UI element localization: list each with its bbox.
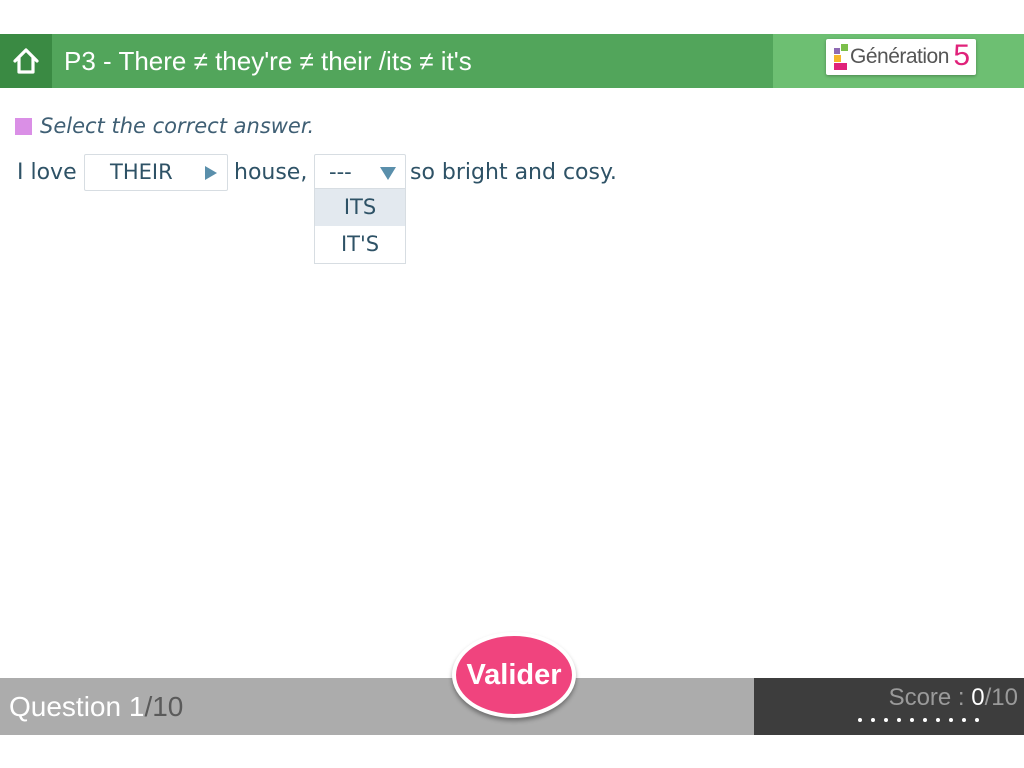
progress-dot (936, 718, 940, 722)
progress-dot (858, 718, 862, 722)
progress-dot (949, 718, 953, 722)
validate-button[interactable]: Valider (452, 632, 576, 718)
validate-button-label: Valider (466, 659, 562, 691)
logo-text: Génération (850, 45, 949, 68)
instruction-marker (15, 117, 32, 135)
home-icon (13, 48, 39, 74)
question-counter: Question 1/10 (9, 678, 183, 736)
score-label: Score : (888, 684, 972, 711)
home-button[interactable] (0, 34, 52, 88)
question-counter-bar: Question 1/10 (0, 678, 754, 735)
score-current: 0 (971, 684, 985, 711)
progress-dots (858, 718, 979, 722)
score-total: /10 (984, 684, 1018, 711)
progress-dot (923, 718, 927, 722)
answer-select-2[interactable]: --- (314, 154, 406, 191)
logo-number: 5 (953, 39, 970, 72)
sentence-part-1: I love (17, 160, 77, 185)
instruction: Select the correct answer. (15, 112, 314, 140)
answer-select-1-value: THEIR (110, 160, 173, 184)
answer-select-2-dropdown: ITS IT'S (314, 188, 406, 264)
page-title: P3 - There ≠ they're ≠ their /its ≠ it's (64, 46, 472, 76)
instruction-text: Select the correct answer. (40, 114, 315, 138)
triangle-right-icon (205, 166, 217, 180)
answer-select-1[interactable]: THEIR (84, 154, 228, 191)
dropdown-option-its[interactable]: ITS (315, 189, 405, 226)
logo-area: Génération 5 (773, 34, 1024, 88)
progress-dot (897, 718, 901, 722)
progress-dot (975, 718, 979, 722)
answer-select-2-value: --- (329, 160, 352, 184)
triangle-down-icon (380, 167, 396, 180)
question-current: 1 (128, 691, 145, 722)
question-total: /10 (144, 691, 184, 722)
progress-dot (871, 718, 875, 722)
score-bar: Score : 0/10 (754, 678, 1024, 735)
sentence-part-3: so bright and cosy. (410, 160, 617, 185)
sentence-part-2: house, (234, 160, 308, 185)
question-label: Question (9, 691, 122, 722)
progress-dot (962, 718, 966, 722)
progress-dot (910, 718, 914, 722)
generation5-logo: Génération 5 (826, 39, 976, 75)
dropdown-option-it-s[interactable]: IT'S (315, 226, 405, 263)
progress-dot (884, 718, 888, 722)
score-display: Score : 0/10 (889, 684, 1018, 712)
header-bar: P3 - There ≠ they're ≠ their /its ≠ it's… (0, 34, 1024, 88)
